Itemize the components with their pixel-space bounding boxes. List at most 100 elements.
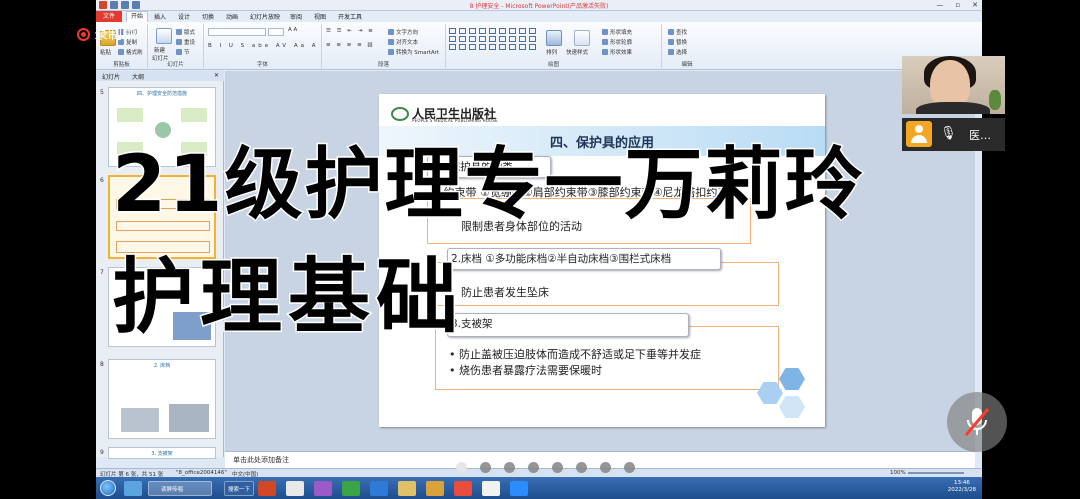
quick-styles-button[interactable]: 快速样式 xyxy=(566,48,588,56)
mute-microphone-button[interactable] xyxy=(947,392,1007,452)
group-label: 幻灯片 xyxy=(167,62,184,68)
app-icon[interactable] xyxy=(314,481,332,496)
shape-fill-button[interactable]: 形状填充 xyxy=(602,28,632,36)
page-dot[interactable] xyxy=(624,462,635,473)
arrange-icon[interactable] xyxy=(546,30,562,46)
participant-tile[interactable]: 🎙 医… xyxy=(902,118,1005,151)
taskbar-item[interactable]: 读屏传唱 xyxy=(148,481,212,496)
reset-icon xyxy=(176,39,182,45)
layout-button[interactable]: 版式 xyxy=(176,28,195,36)
section-button[interactable]: 节 xyxy=(176,48,190,56)
minimize-icon[interactable]: — xyxy=(936,1,943,9)
font-format-buttons[interactable]: B I U S abe AV Aa A xyxy=(208,43,318,49)
page-dot[interactable] xyxy=(600,462,611,473)
tab-outline[interactable]: 大纲 xyxy=(132,72,144,81)
smartart-button[interactable]: 转换为 SmartArt xyxy=(388,48,439,56)
pdf-icon[interactable] xyxy=(286,481,304,496)
thumbnail-number: 8 xyxy=(100,361,104,368)
tab-animations[interactable]: 动画 xyxy=(226,12,238,21)
layout-icon xyxy=(176,29,182,35)
font-size-select[interactable] xyxy=(268,28,284,36)
align-text-button[interactable]: 对齐文本 xyxy=(388,38,418,46)
shape-outline-button[interactable]: 形状轮廓 xyxy=(602,38,632,46)
select-icon xyxy=(668,49,674,55)
windows-taskbar: 读屏传唱 搜索一下 13:46 2022/3/28 xyxy=(96,477,982,499)
find-button[interactable]: 查找 xyxy=(668,28,687,36)
publisher-name-en: PEOPLE'S MEDICAL PUBLISHING HOUSE xyxy=(412,118,498,123)
section-3-bullet[interactable]: • 烧伤患者暴露疗法需要保暖时 xyxy=(449,362,602,378)
tab-slides[interactable]: 幻灯片 xyxy=(102,72,120,81)
tab-slideshow[interactable]: 幻灯片放映 xyxy=(250,12,280,21)
text-direction-button[interactable]: 文字方向 xyxy=(388,28,418,36)
group-slides: 新建 幻灯片 版式 重设 节 幻灯片 xyxy=(148,24,204,68)
page-dot[interactable] xyxy=(528,462,539,473)
taskbar-item[interactable]: 搜索一下 xyxy=(224,481,254,496)
tab-view[interactable]: 视图 xyxy=(314,12,326,21)
page-dot[interactable] xyxy=(552,462,563,473)
close-icon[interactable]: ✕ xyxy=(972,1,978,9)
reset-button[interactable]: 重设 xyxy=(176,38,195,46)
page-indicator[interactable] xyxy=(456,462,635,473)
thumbnail-box xyxy=(117,108,143,122)
thumbnail-number: 7 xyxy=(100,269,104,276)
zoom-level[interactable]: 100% xyxy=(890,470,906,476)
powerpoint-icon[interactable] xyxy=(258,481,276,496)
font-name-select[interactable] xyxy=(208,28,266,36)
thumbnail-box xyxy=(181,108,207,122)
section-2-text[interactable]: 防止患者发生坠床 xyxy=(461,284,549,300)
ribbon: 粘贴 剪切 复制 格式刷 剪贴板 新建 幻灯片 版式 重设 节 幻灯片 A A … xyxy=(96,22,982,70)
zoom-slider[interactable] xyxy=(908,472,964,474)
tab-design[interactable]: 设计 xyxy=(178,12,190,21)
tab-home[interactable]: 开始 xyxy=(126,11,149,22)
meeting-app-icon[interactable] xyxy=(510,481,528,496)
new-slide-icon[interactable] xyxy=(156,28,172,44)
page-dot[interactable] xyxy=(576,462,587,473)
shapes-gallery[interactable] xyxy=(449,28,537,50)
title-bar: 8 护理安全 - Microsoft PowerPoint(产品激活失败) — … xyxy=(96,0,982,11)
app-icon[interactable] xyxy=(426,481,444,496)
participant-name: 医… xyxy=(969,129,991,142)
explorer-icon[interactable] xyxy=(124,481,142,496)
folder-icon[interactable] xyxy=(398,481,416,496)
page-dot[interactable] xyxy=(480,462,491,473)
shape-effects-button[interactable]: 形状效果 xyxy=(602,48,632,56)
restore-icon[interactable]: ▫ xyxy=(955,1,960,9)
recording-indicator[interactable]: 录制中 xyxy=(77,24,136,44)
section-3-label[interactable]: 3.支被架 xyxy=(447,313,689,337)
app-icon[interactable] xyxy=(370,481,388,496)
replace-button[interactable]: 替换 xyxy=(668,38,687,46)
tab-developer[interactable]: 开发工具 xyxy=(338,12,362,21)
page-dot[interactable] xyxy=(504,462,515,473)
publisher-logo-icon xyxy=(391,107,409,121)
page-dot[interactable] xyxy=(456,462,467,473)
close-pane-icon[interactable]: ✕ xyxy=(214,72,219,79)
format-painter-button[interactable]: 格式刷 xyxy=(118,48,143,56)
tab-insert[interactable]: 插入 xyxy=(154,12,166,21)
clock[interactable]: 13:46 2022/3/28 xyxy=(948,480,976,494)
browser-icon[interactable] xyxy=(454,481,472,496)
thumbnail-image xyxy=(121,408,159,432)
new-slide-button[interactable]: 新建 xyxy=(154,46,165,54)
quick-styles-icon[interactable] xyxy=(574,30,590,46)
arrange-button[interactable]: 排列 xyxy=(546,48,557,56)
paste-button[interactable]: 粘贴 xyxy=(100,48,111,56)
app-icon[interactable] xyxy=(342,481,360,496)
section-2-label[interactable]: 2.床档 ①多功能床档②半自动床档③围栏式床档 xyxy=(447,248,721,270)
clock-date: 2022/3/28 xyxy=(947,487,976,493)
participant-video[interactable] xyxy=(902,56,1005,114)
select-button[interactable]: 选择 xyxy=(668,48,687,56)
grow-font-button[interactable]: A A xyxy=(288,27,297,33)
app-icon[interactable] xyxy=(482,481,500,496)
tab-transitions[interactable]: 切换 xyxy=(202,12,214,21)
list-buttons[interactable]: ☰ ☰ ⇤ ⇥ ≡ xyxy=(326,28,375,34)
banner-title: 21级护理专一万莉玲 xyxy=(111,140,865,230)
tab-review[interactable]: 审阅 xyxy=(290,12,302,21)
align-buttons[interactable]: ≡ ≡ ≡ ≡ ▥ xyxy=(326,42,375,48)
group-label: 绘图 xyxy=(547,62,559,68)
section-3-bullet[interactable]: • 防止盖被压迫肢体而造成不舒适或足下垂等并发症 xyxy=(449,346,701,362)
slide-thumbnail-9[interactable]: 3. 支被架 xyxy=(108,447,216,459)
powerpoint-window: 8 护理安全 - Microsoft PowerPoint(产品激活失败) — … xyxy=(96,0,982,499)
slide-thumbnail-8[interactable]: 2. 床档 xyxy=(108,359,216,439)
tab-file[interactable]: 文件 xyxy=(96,11,122,22)
start-button[interactable] xyxy=(100,480,116,496)
